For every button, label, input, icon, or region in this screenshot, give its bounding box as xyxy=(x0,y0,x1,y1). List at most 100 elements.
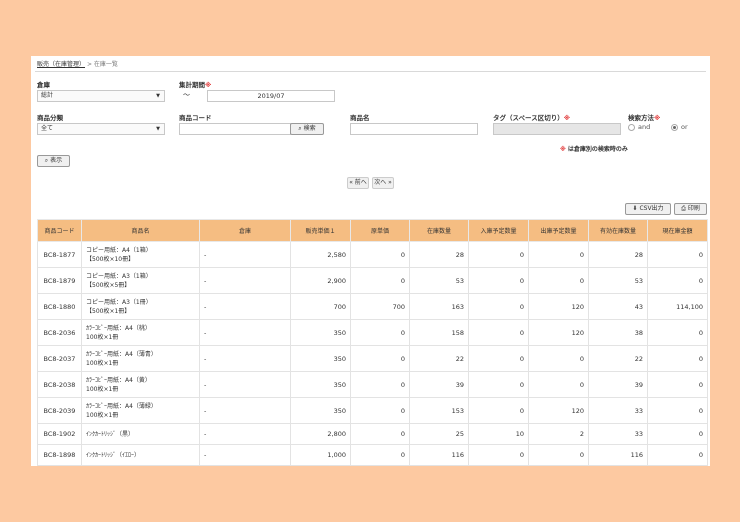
breadcrumb: 販売（在庫管理） > 在庫一覧 xyxy=(37,59,118,68)
csv-button-label: CSV出力 xyxy=(639,205,664,212)
cell-stock: 25 xyxy=(409,423,469,445)
cell-code: BC8-1877 xyxy=(37,241,82,268)
cell-code: BC8-2038 xyxy=(37,371,82,398)
table-row[interactable]: BC8-1880 コピー用紙：A3（1冊） 【500枚×1冊】 -700 700 163 0… xyxy=(37,293,708,320)
cell-outgoing: 0 xyxy=(528,241,589,268)
table-row[interactable]: BC8-1898 ｲﾝｸｶｰﾄﾘｯｼﾞ（ｲｴﾛｰ） -1,000 0 116 0 0 116 0 xyxy=(37,444,708,466)
header-stock[interactable]: 在庫数量 xyxy=(409,219,469,242)
cell-cost: 0 xyxy=(350,423,410,445)
table-row[interactable]: BC8-2036 ｶﾗｰｺﾋﾟｰ用紙：A4（桃） 100枚×1冊 -350 0 158 0 1… xyxy=(37,319,708,346)
header-outgoing[interactable]: 出庫予定数量 xyxy=(528,219,589,242)
cell-name: ｶﾗｰｺﾋﾟｰ用紙：A4（桃） 100枚×1冊 xyxy=(81,319,200,346)
tag-input[interactable] xyxy=(493,123,621,135)
print-button[interactable]: ⎙ 印刷 xyxy=(674,203,707,215)
cell-price: 2,580 xyxy=(290,241,351,268)
cell-outgoing: 2 xyxy=(528,423,589,445)
product-name-input[interactable] xyxy=(350,123,478,135)
method-label: 検索方法※ xyxy=(628,112,660,122)
product-name-line1: コピー用紙：A4（1箱） xyxy=(86,246,152,254)
cell-amount: 114,100 xyxy=(647,293,708,320)
cell-available: 39 xyxy=(588,371,648,398)
cell-incoming: 0 xyxy=(468,371,529,398)
search-button-label: 検索 xyxy=(303,125,316,132)
download-icon: ⬇ xyxy=(632,205,638,212)
cell-incoming: 0 xyxy=(468,397,529,424)
header-amount[interactable]: 現在庫金額 xyxy=(647,219,708,242)
product-code-search-button[interactable]: ⌕ 検索 xyxy=(290,123,324,135)
header-available[interactable]: 有効在庫数量 xyxy=(588,219,648,242)
cell-warehouse: - xyxy=(199,423,291,445)
print-icon: ⎙ xyxy=(681,205,686,212)
cell-stock: 163 xyxy=(409,293,469,320)
search-icon: ⌕ xyxy=(44,157,49,164)
header-price[interactable]: 販売単価１ xyxy=(290,219,351,242)
cell-name: コピー用紙：A3（1冊） 【500枚×1冊】 xyxy=(81,293,200,320)
category-select[interactable]: 全て ▼ xyxy=(37,123,165,135)
warehouse-select[interactable]: 総計 ▼ xyxy=(37,90,165,102)
table-body: BC8-1877 コピー用紙：A4（1箱） 【500枚×10冊】 -2,580 0 28 0… xyxy=(37,241,708,466)
table-row[interactable]: BC8-2039 ｶﾗｰｺﾋﾟｰ用紙：A4（薄緑） 100枚×1冊 -350 0 153 0… xyxy=(37,397,708,424)
cell-cost: 0 xyxy=(350,444,410,466)
cell-warehouse: - xyxy=(199,267,291,294)
warehouse-note-text: は倉庫別の検索時のみ xyxy=(567,146,628,153)
cell-outgoing: 0 xyxy=(528,267,589,294)
next-page-button[interactable]: 次へ » xyxy=(372,177,394,189)
cell-amount: 0 xyxy=(647,423,708,445)
cell-outgoing: 120 xyxy=(528,293,589,320)
header-code[interactable]: 商品コード xyxy=(37,219,82,242)
product-name-line2: 100枚×1冊 xyxy=(86,359,119,367)
cell-code: BC8-1898 xyxy=(37,444,82,466)
cell-code: BC8-1879 xyxy=(37,267,82,294)
period-input[interactable]: 2019/07 xyxy=(207,90,335,102)
show-button[interactable]: ⌕ 表示 xyxy=(37,155,70,167)
cell-incoming: 0 xyxy=(468,345,529,372)
table-row[interactable]: BC8-1902 ｲﾝｸｶｰﾄﾘｯｼﾞ（黒） -2,800 0 25 10 2 33 0 xyxy=(37,423,708,445)
cell-code: BC8-1880 xyxy=(37,293,82,320)
table-row[interactable]: BC8-2037 ｶﾗｰｺﾋﾟｰ用紙：A4（薄青） 100枚×1冊 -350 0 22 0 0… xyxy=(37,345,708,372)
cell-price: 2,900 xyxy=(290,267,351,294)
method-radio-and[interactable]: and xyxy=(628,123,650,131)
cell-incoming: 0 xyxy=(468,319,529,346)
product-name-line1: ｶﾗｰｺﾋﾟｰ用紙：A4（黄） xyxy=(86,376,151,384)
header-incoming[interactable]: 入庫予定数量 xyxy=(468,219,529,242)
cell-code: BC8-2036 xyxy=(37,319,82,346)
header-warehouse[interactable]: 倉庫 xyxy=(199,219,291,242)
table-row[interactable]: BC8-1879 コピー用紙：A3（1箱） 【500枚×5冊】 -2,900 0 53 0 0… xyxy=(37,267,708,294)
breadcrumb-link[interactable]: 販売（在庫管理） xyxy=(37,61,85,68)
table-row[interactable]: BC8-2038 ｶﾗｰｺﾋﾟｰ用紙：A4（黄） 100枚×1冊 -350 0 39 0 0 3… xyxy=(37,371,708,398)
cell-name: ｲﾝｸｶｰﾄﾘｯｼﾞ（ｲｴﾛｰ） xyxy=(81,444,200,466)
cell-name: ｶﾗｰｺﾋﾟｰ用紙：A4（黄） 100枚×1冊 xyxy=(81,371,200,398)
divider xyxy=(35,71,706,72)
cell-stock: 28 xyxy=(409,241,469,268)
product-code-label: 商品コード xyxy=(179,114,212,122)
cell-outgoing: 120 xyxy=(528,319,589,346)
header-name[interactable]: 商品名 xyxy=(81,219,200,242)
method-option-and: and xyxy=(638,123,651,131)
warehouse-select-value: 総計 xyxy=(41,92,54,99)
cell-warehouse: - xyxy=(199,444,291,466)
cell-warehouse: - xyxy=(199,293,291,320)
cell-code: BC8-1902 xyxy=(37,423,82,445)
cell-cost: 0 xyxy=(350,267,410,294)
prev-page-button[interactable]: « 前へ xyxy=(347,177,369,189)
cell-stock: 153 xyxy=(409,397,469,424)
product-name-line1: ｶﾗｰｺﾋﾟｰ用紙：A4（薄青） xyxy=(86,350,157,358)
csv-export-button[interactable]: ⬇ CSV出力 xyxy=(625,203,671,215)
table-header-row: 商品コード 商品名 倉庫 販売単価１ 原単価 在庫数量 入庫予定数量 出庫予定数… xyxy=(37,219,708,242)
product-name-label: 商品名 xyxy=(350,114,370,122)
product-name-line1: ｲﾝｸｶｰﾄﾘｯｼﾞ（黒） xyxy=(86,430,135,438)
warehouse-note: ※ は倉庫別の検索時のみ xyxy=(560,144,628,153)
product-name-line2: 100枚×1冊 xyxy=(86,333,119,341)
cell-stock: 158 xyxy=(409,319,469,346)
cell-price: 1,000 xyxy=(290,444,351,466)
product-code-input[interactable] xyxy=(179,123,291,135)
method-radio-or[interactable]: or xyxy=(671,123,688,131)
method-label-text: 検索方法 xyxy=(628,114,654,122)
cell-name: ｶﾗｰｺﾋﾟｰ用紙：A4（薄緑） 100枚×1冊 xyxy=(81,397,200,424)
cell-incoming: 10 xyxy=(468,423,529,445)
method-option-or: or xyxy=(681,123,688,131)
header-cost[interactable]: 原単価 xyxy=(350,219,410,242)
product-name-line1: ｲﾝｸｶｰﾄﾘｯｼﾞ（ｲｴﾛｰ） xyxy=(86,451,141,459)
product-name-line2: 【500枚×5冊】 xyxy=(86,281,131,289)
table-row[interactable]: BC8-1877 コピー用紙：A4（1箱） 【500枚×10冊】 -2,580 0 28 0… xyxy=(37,241,708,268)
